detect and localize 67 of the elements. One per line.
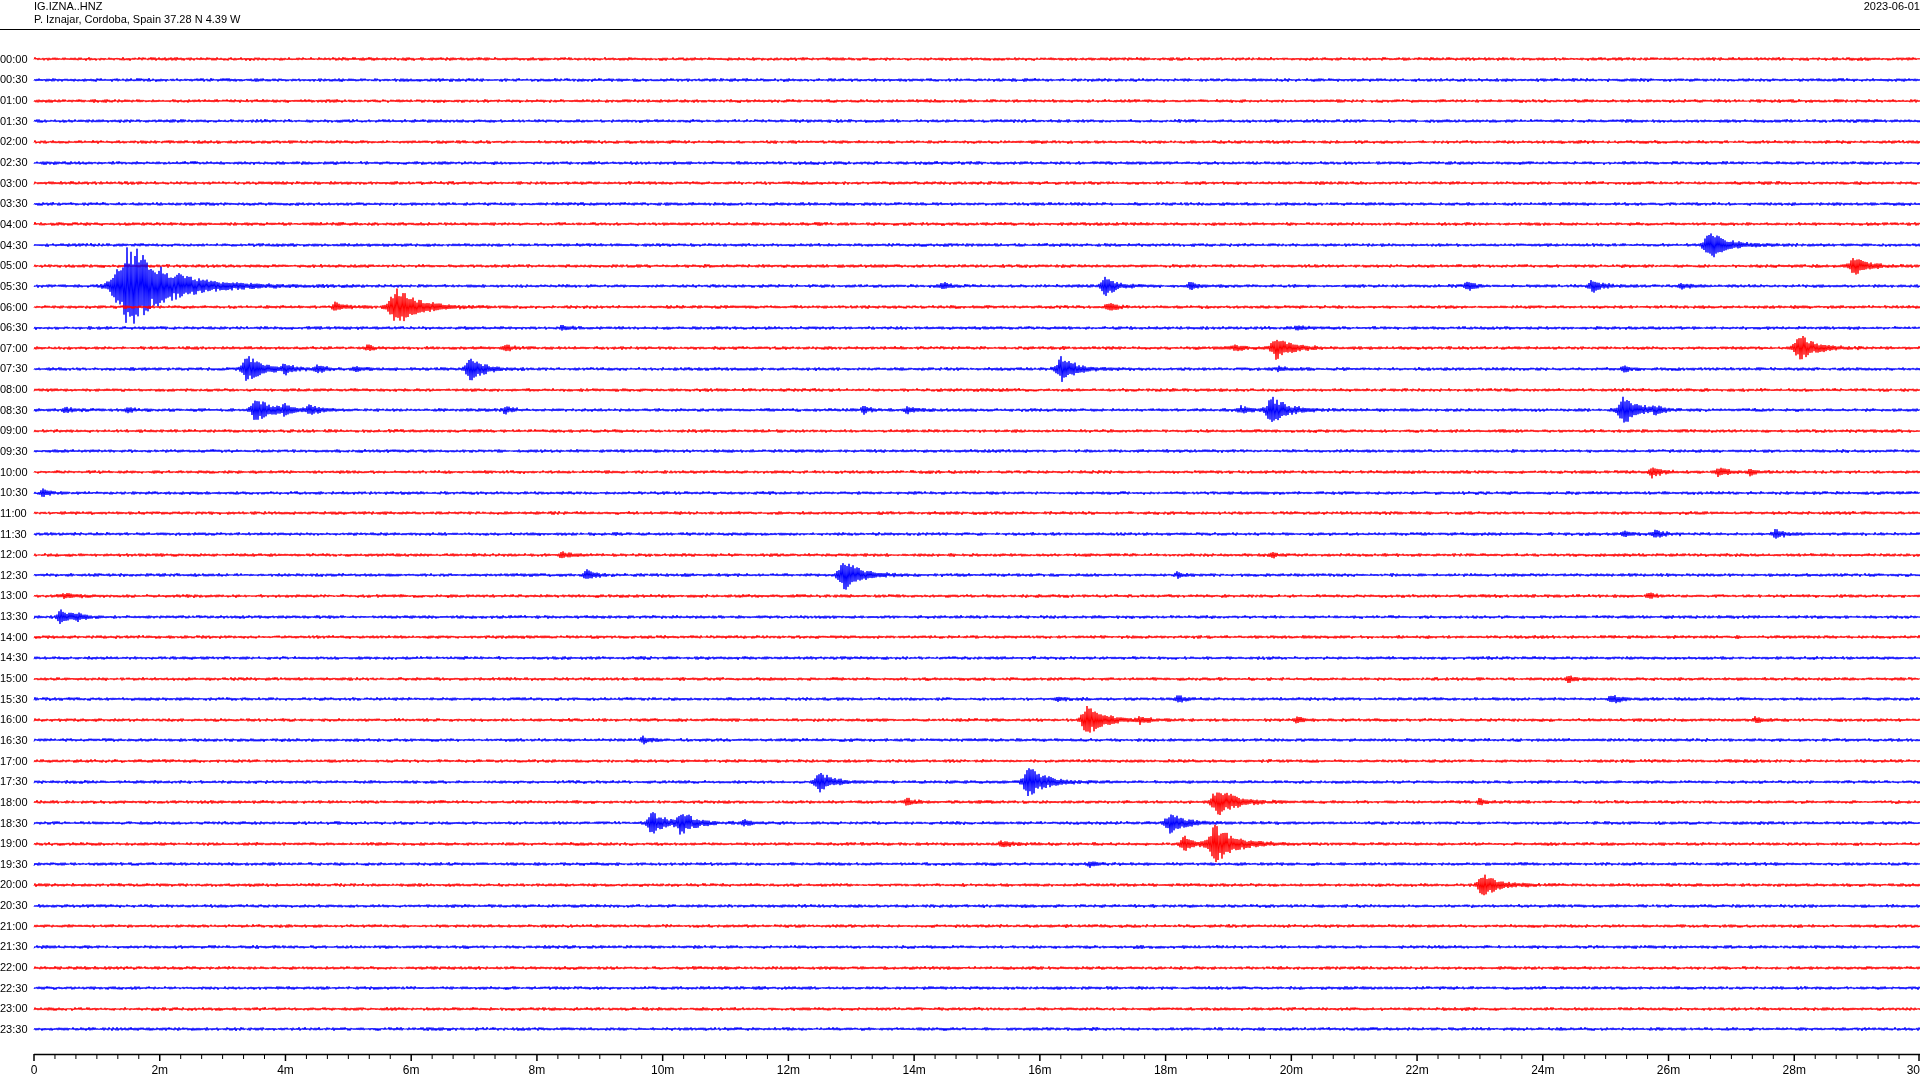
time-label: 23:30 bbox=[0, 1022, 29, 1036]
date-label: 2023-06-01 bbox=[1863, 0, 1920, 13]
time-label: 21:00 bbox=[0, 919, 29, 933]
axis-tick-label: 20m bbox=[1279, 1062, 1303, 1077]
time-label: 06:00 bbox=[0, 300, 29, 314]
axis-tick-label: 30 bbox=[1906, 1062, 1920, 1077]
time-label: 08:30 bbox=[0, 403, 29, 417]
axis-tick-label: 10m bbox=[651, 1062, 675, 1077]
axis-tick-label: 24m bbox=[1531, 1062, 1555, 1077]
time-label: 20:00 bbox=[0, 878, 29, 892]
time-label: 23:00 bbox=[0, 1002, 29, 1016]
time-label: 12:00 bbox=[0, 548, 29, 562]
time-label: 17:00 bbox=[0, 754, 29, 768]
time-label: 15:00 bbox=[0, 672, 29, 686]
time-label: 18:00 bbox=[0, 795, 29, 809]
time-label: 19:30 bbox=[0, 857, 29, 871]
time-label: 02:00 bbox=[0, 135, 29, 149]
time-label: 22:30 bbox=[0, 981, 29, 995]
axis-tick-label: 26m bbox=[1656, 1062, 1681, 1077]
time-label: 04:00 bbox=[0, 217, 29, 231]
time-label: 17:30 bbox=[0, 775, 29, 789]
station-code: IG.IZNA..HNZ bbox=[34, 0, 104, 13]
time-label: 12:30 bbox=[0, 568, 29, 582]
time-label: 13:30 bbox=[0, 610, 29, 624]
axis-tick-label: 12m bbox=[776, 1062, 801, 1077]
time-label: 04:30 bbox=[0, 238, 29, 252]
time-label: 07:30 bbox=[0, 362, 29, 376]
time-label: 03:30 bbox=[0, 197, 29, 211]
time-label: 10:00 bbox=[0, 465, 29, 479]
time-label: 14:00 bbox=[0, 630, 29, 644]
time-label: 01:00 bbox=[0, 94, 29, 108]
axis-tick-label: 8m bbox=[528, 1062, 546, 1077]
axis-tick-label: 6m bbox=[402, 1062, 420, 1077]
time-label: 08:00 bbox=[0, 383, 29, 397]
time-label: 00:00 bbox=[0, 52, 29, 66]
axis-tick-label: 14m bbox=[902, 1062, 926, 1077]
time-label: 21:30 bbox=[0, 940, 29, 954]
axis-tick-label: 22m bbox=[1405, 1062, 1429, 1077]
time-label: 19:00 bbox=[0, 837, 29, 851]
time-label: 11:00 bbox=[0, 506, 28, 520]
time-label: 06:30 bbox=[0, 321, 29, 335]
time-label: 05:30 bbox=[0, 279, 29, 293]
time-label: 00:30 bbox=[0, 73, 29, 87]
time-label: 09:30 bbox=[0, 445, 29, 458]
time-label: 22:00 bbox=[0, 961, 29, 974]
time-label: 16:30 bbox=[0, 733, 29, 747]
time-label: 10:30 bbox=[0, 486, 29, 500]
time-label: 11:30 bbox=[0, 527, 28, 541]
axis-tick-label: 4m bbox=[277, 1062, 294, 1077]
station-location: P. Iznajar, Cordoba, Spain 37.28 N 4.39 W bbox=[34, 13, 241, 26]
axis-tick-label: 2m bbox=[151, 1062, 169, 1077]
time-label: 02:30 bbox=[0, 156, 29, 169]
time-label: 18:30 bbox=[0, 816, 29, 830]
axis-tick-label: 18m bbox=[1153, 1062, 1178, 1077]
time-label: 05:00 bbox=[0, 259, 29, 273]
time-label: 20:30 bbox=[0, 899, 29, 913]
time-label: 16:00 bbox=[0, 713, 29, 727]
time-label: 14:30 bbox=[0, 651, 29, 665]
time-label: 15:30 bbox=[0, 692, 29, 706]
axis-tick-label: 28m bbox=[1782, 1062, 1806, 1077]
time-label: 03:00 bbox=[0, 176, 29, 190]
time-label: 01:30 bbox=[0, 114, 29, 128]
time-label: 09:00 bbox=[0, 424, 29, 438]
time-label: 13:00 bbox=[0, 589, 29, 603]
axis-tick-label: 16m bbox=[1028, 1062, 1052, 1077]
time-label: 07:00 bbox=[0, 341, 29, 355]
axis-tick-label: 0 bbox=[30, 1062, 38, 1077]
